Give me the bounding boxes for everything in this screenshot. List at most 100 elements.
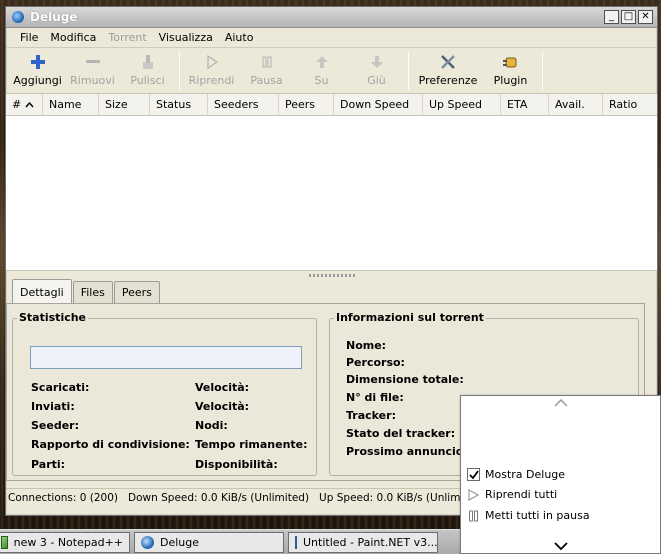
- queue-down-label: Giù: [367, 74, 386, 87]
- preferences-label: Preferenze: [418, 74, 478, 87]
- taskbar-notepad[interactable]: new 3 - Notepad++: [0, 531, 130, 553]
- title-bar[interactable]: Deluge _ □ ✕: [6, 7, 657, 28]
- pieces-label: Parti:: [31, 458, 66, 471]
- share-ratio-label: Rapporto di condivisione:: [31, 438, 190, 451]
- close-button[interactable]: ✕: [638, 10, 653, 24]
- tools-icon: [438, 52, 458, 72]
- next-announce-label: Prossimo annuncio:: [346, 445, 468, 458]
- column-status[interactable]: Status: [150, 94, 208, 115]
- torrent-list[interactable]: [6, 116, 657, 271]
- pane-splitter[interactable]: [6, 271, 657, 279]
- menu-resume-all-label: Riprendi tutti: [485, 488, 558, 501]
- pause-label: Pausa: [250, 74, 283, 87]
- menu-file[interactable]: File: [14, 31, 44, 44]
- pause-button[interactable]: Pausa: [239, 52, 294, 87]
- menu-resume-all[interactable]: Riprendi tutti: [467, 488, 557, 501]
- resume-button[interactable]: Riprendi: [184, 52, 239, 87]
- column-name[interactable]: Name: [43, 94, 99, 115]
- column-queue-label: #: [12, 98, 22, 111]
- minus-icon: [83, 52, 103, 72]
- path-label: Percorso:: [346, 356, 405, 369]
- add-label: Aggiungi: [13, 74, 62, 87]
- column-down-speed[interactable]: Down Speed: [334, 94, 423, 115]
- menu-scroll-up[interactable]: [461, 396, 660, 410]
- pause-icon: [257, 52, 277, 72]
- torrent-list-header: # Name Size Status Seeders Peers Down Sp…: [6, 94, 657, 116]
- clean-label: Pulisci: [130, 74, 165, 87]
- queue-up-button[interactable]: Su: [294, 52, 349, 87]
- column-queue[interactable]: #: [6, 94, 43, 115]
- minimize-button[interactable]: _: [604, 10, 619, 24]
- taskbar-deluge[interactable]: Deluge: [134, 531, 284, 553]
- remove-label: Rimuovi: [70, 74, 115, 87]
- menu-scroll-down[interactable]: [461, 539, 660, 553]
- name-label: Nome:: [346, 339, 387, 352]
- menu-show-deluge-label: Mostra Deluge: [485, 468, 566, 481]
- paintnet-icon: [295, 535, 297, 549]
- plugins-button[interactable]: Plugin: [483, 52, 538, 87]
- column-ratio[interactable]: Ratio: [603, 94, 657, 115]
- sort-ascending-icon: [25, 98, 34, 111]
- queue-down-button[interactable]: Giù: [349, 52, 404, 87]
- preferences-button[interactable]: Preferenze: [413, 52, 483, 87]
- availability-label: Disponibilità:: [195, 458, 278, 471]
- time-remaining-label: Tempo rimanente:: [195, 438, 308, 451]
- queue-up-label: Su: [314, 74, 329, 87]
- menu-pause-all-label: Metti tutti in pausa: [485, 509, 590, 522]
- maximize-button[interactable]: □: [621, 10, 636, 24]
- play-icon: [467, 488, 480, 501]
- arrow-down-icon: [367, 52, 387, 72]
- deluge-logo-icon: [12, 11, 24, 23]
- seeders-label: Seeder:: [31, 419, 80, 432]
- plus-icon: [28, 52, 48, 72]
- progress-bar: [30, 346, 302, 369]
- statistics-group: Statistiche Scaricati: Velocità: Inviati…: [12, 311, 317, 476]
- column-size[interactable]: Size: [99, 94, 150, 115]
- deluge-icon: [141, 535, 154, 549]
- num-files-label: N° di file:: [346, 391, 404, 404]
- arrow-up-icon: [312, 52, 332, 72]
- tab-dettagli[interactable]: Dettagli: [12, 279, 72, 303]
- upload-speed-label: Velocità:: [195, 400, 250, 413]
- column-eta[interactable]: ETA: [501, 94, 549, 115]
- taskbar-paintnet[interactable]: Untitled - Paint.NET v3....: [288, 531, 438, 553]
- menu-aiuto[interactable]: Aiuto: [219, 31, 260, 44]
- downloaded-label: Scaricati:: [31, 381, 90, 394]
- tab-files[interactable]: Files: [72, 281, 113, 303]
- menu-bar: File Modifica Torrent Visualizza Aiuto: [6, 28, 657, 48]
- chevron-up-icon: [553, 399, 568, 407]
- window-title: Deluge: [30, 10, 78, 24]
- menu-visualizza[interactable]: Visualizza: [153, 31, 219, 44]
- play-icon: [202, 52, 222, 72]
- menu-show-deluge[interactable]: Mostra Deluge: [467, 468, 565, 481]
- checkbox-show-deluge[interactable]: [467, 468, 480, 481]
- column-peers[interactable]: Peers: [279, 94, 334, 115]
- taskbar-notepad-label: new 3 - Notepad++: [13, 535, 123, 549]
- clean-button[interactable]: Pulisci: [120, 52, 175, 87]
- total-size-label: Dimensione totale:: [346, 373, 464, 386]
- pause-icon: [467, 510, 480, 522]
- plugin-icon: [501, 52, 521, 72]
- menu-torrent[interactable]: Torrent: [102, 31, 152, 44]
- toolbar-separator: [408, 52, 409, 90]
- taskbar-deluge-label: Deluge: [160, 535, 200, 549]
- add-button[interactable]: Aggiungi: [10, 52, 65, 87]
- column-seeders[interactable]: Seeders: [208, 94, 279, 115]
- column-avail[interactable]: Avail.: [549, 94, 603, 115]
- notepad-icon: [1, 535, 8, 549]
- toolbar-separator: [542, 52, 543, 90]
- menu-pause-all[interactable]: Metti tutti in pausa: [467, 509, 590, 522]
- menu-modifica[interactable]: Modifica: [44, 31, 102, 44]
- tracker-status-label: Stato del tracker:: [346, 427, 456, 440]
- peers-label: Nodi:: [195, 419, 228, 432]
- checkmark-icon: [468, 469, 479, 479]
- remove-button[interactable]: Rimuovi: [65, 52, 120, 87]
- chevron-down-icon: [553, 542, 568, 550]
- broom-icon: [138, 52, 158, 72]
- uploaded-label: Inviati:: [31, 400, 75, 413]
- resume-label: Riprendi: [188, 74, 235, 87]
- tab-peers[interactable]: Peers: [113, 281, 160, 303]
- taskbar-paintnet-label: Untitled - Paint.NET v3....: [303, 535, 438, 549]
- status-text: Connections: 0 (200) Down Speed: 0.0 KiB…: [8, 491, 507, 504]
- column-up-speed[interactable]: Up Speed: [423, 94, 501, 115]
